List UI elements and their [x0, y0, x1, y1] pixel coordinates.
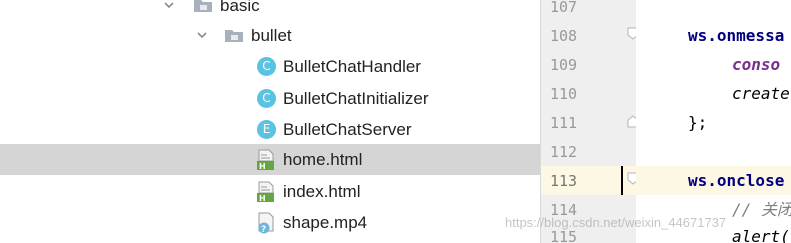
class-icon: C: [257, 89, 276, 108]
gutter-line[interactable]: 111: [541, 108, 639, 137]
code-text: // 关闭: [732, 200, 791, 219]
unknown-file-icon: ?: [256, 212, 276, 234]
gutter-line-current[interactable]: 113: [541, 166, 639, 195]
line-number: 107: [550, 0, 578, 16]
line-number: 110: [550, 85, 578, 103]
project-tree: basic bullet C BulletChatHandler C Bulle…: [0, 0, 540, 243]
code-text: create: [732, 84, 790, 103]
code-line[interactable]: [636, 137, 791, 166]
gutter-line[interactable]: 107: [541, 0, 636, 21]
html-file-icon: H: [256, 149, 276, 171]
editor-gutter: 107 108 109 110 111 112 113 114 115: [541, 0, 639, 243]
code-text: };: [688, 113, 708, 132]
folder-icon: [224, 28, 244, 43]
chevron-down-icon[interactable]: [163, 0, 175, 11]
tree-item-label: BulletChatServer: [283, 120, 412, 139]
line-number: 112: [550, 143, 578, 161]
tree-item-bullet[interactable]: bullet: [0, 20, 540, 51]
code-text: conso: [732, 55, 781, 74]
caret-marker: [621, 166, 623, 195]
gutter-line[interactable]: 112: [541, 137, 636, 166]
folder-icon: [193, 0, 213, 13]
line-number: 111: [550, 114, 578, 132]
tree-item-bulletchatinitializer[interactable]: C BulletChatInitializer: [0, 83, 540, 114]
code-text: ws.onmessa: [688, 26, 785, 45]
line-number: 108: [550, 27, 578, 45]
tree-item-index-html[interactable]: H index.html: [0, 176, 540, 207]
svg-text:H: H: [259, 162, 266, 171]
code-text: alert(: [732, 227, 790, 243]
line-number: 113: [550, 172, 578, 190]
code-line[interactable]: };: [636, 108, 791, 137]
gutter-line[interactable]: 110: [541, 79, 636, 108]
code-line[interactable]: [636, 0, 791, 21]
tree-item-label: BulletChatInitializer: [283, 89, 429, 108]
tree-item-label: index.html: [283, 182, 361, 201]
tree-item-label: home.html: [283, 150, 363, 169]
code-line-current[interactable]: ws.onclose: [636, 166, 791, 195]
tree-item-bulletchatserver[interactable]: E BulletChatServer: [0, 114, 540, 145]
tree-item-label: bullet: [251, 26, 292, 45]
code-line[interactable]: conso: [636, 50, 791, 79]
code-editor[interactable]: ws.onmessa conso create }; ws.onclose //…: [636, 0, 791, 243]
gutter-line[interactable]: 109: [541, 50, 636, 79]
tree-item-label: shape.mp4: [283, 213, 368, 232]
tree-item-basic[interactable]: basic: [0, 0, 540, 21]
tree-item-shape-mp4[interactable]: ? shape.mp4: [0, 207, 540, 238]
chevron-down-icon[interactable]: [196, 29, 208, 41]
tree-item-home-html[interactable]: H home.html: [0, 144, 540, 175]
html-file-icon: H: [256, 181, 276, 203]
line-number: 109: [550, 56, 578, 74]
gutter-line[interactable]: 108: [541, 21, 639, 50]
line-number: 115: [550, 228, 578, 243]
code-text: ws.onclose: [688, 171, 785, 190]
tree-item-label: BulletChatHandler: [283, 57, 421, 76]
svg-text:H: H: [259, 194, 266, 203]
code-line[interactable]: create: [636, 79, 791, 108]
code-line[interactable]: ws.onmessa: [636, 21, 791, 50]
tree-item-bulletchathandler[interactable]: C BulletChatHandler: [0, 51, 540, 82]
class-icon: C: [257, 57, 276, 76]
tree-item-label: basic: [220, 0, 260, 15]
svg-text:?: ?: [261, 225, 266, 234]
enum-icon: E: [257, 120, 276, 139]
watermark: https://blog.csdn.net/weixin_44671737: [505, 215, 727, 230]
